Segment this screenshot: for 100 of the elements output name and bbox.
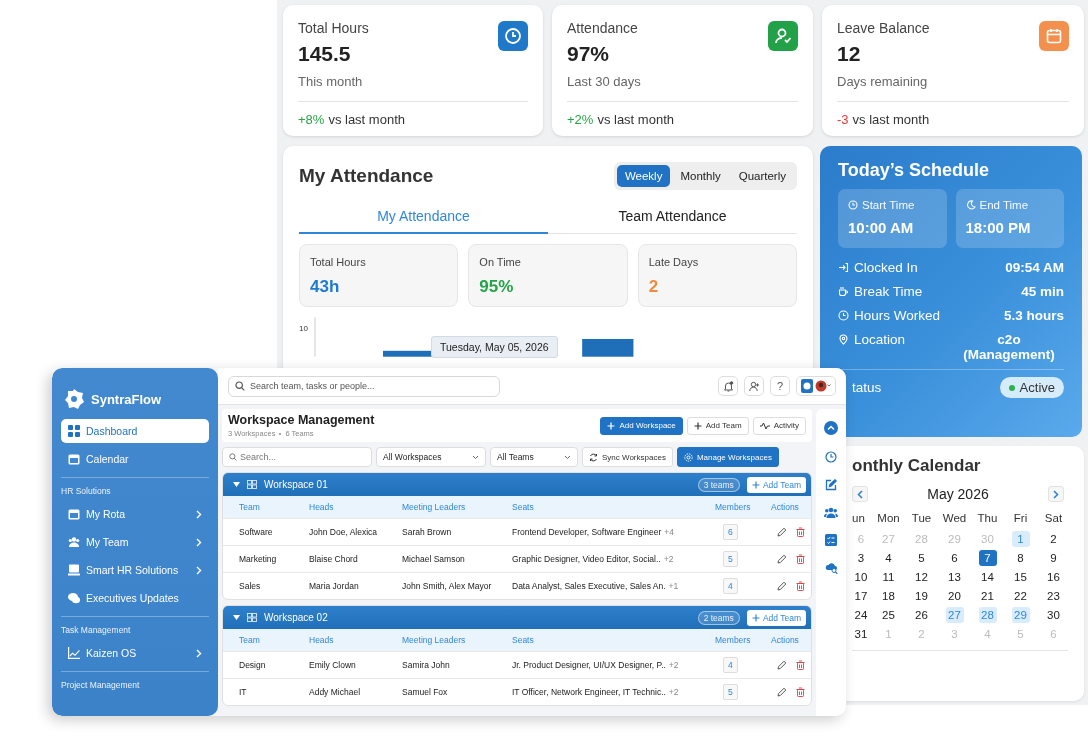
nav-item[interactable]: My Team — [61, 530, 209, 554]
calendar-day[interactable]: 20 — [945, 588, 964, 604]
chart-icon — [68, 647, 80, 659]
edit-icon[interactable] — [777, 554, 787, 564]
nav-item[interactable]: My Rota — [61, 502, 209, 526]
calendar-day[interactable]: 23 — [1044, 588, 1063, 604]
profile-menu-button[interactable] — [796, 376, 836, 396]
metric-value: 2 — [648, 277, 660, 297]
calendar-day[interactable]: 2 — [1044, 531, 1063, 547]
delete-icon[interactable] — [796, 581, 805, 591]
search-field[interactable]: Search team, tasks or people... — [228, 375, 500, 397]
panel-title: onthly Calendar — [852, 456, 982, 476]
calendar-day[interactable]: 22 — [1011, 588, 1030, 604]
panel-title: Today’s Schedule — [838, 160, 991, 181]
time-value: 10:00 AM — [848, 219, 915, 236]
edit-icon[interactable] — [777, 581, 787, 591]
action-button[interactable]: Add Workspace — [600, 416, 683, 435]
calendar-day[interactable]: 25 — [879, 607, 898, 623]
calendar-day[interactable]: 3 — [852, 550, 870, 566]
previous-month-button[interactable] — [852, 486, 868, 502]
calendar-day[interactable]: 5 — [912, 550, 931, 566]
calendar-day[interactable]: 11 — [879, 569, 898, 585]
calendar-day[interactable]: 17 — [852, 588, 870, 604]
calendar-day[interactable]: 15 — [1011, 569, 1030, 585]
next-month-button[interactable] — [1048, 486, 1064, 502]
period-tab[interactable]: Quarterly — [730, 165, 794, 187]
plus-icon — [751, 480, 760, 489]
toolbar-button[interactable]: Sync Workspaces — [582, 447, 673, 467]
more-count: +2 — [668, 660, 679, 670]
delete-icon[interactable] — [796, 660, 805, 670]
search-field[interactable]: Search... — [222, 447, 372, 467]
edit-icon[interactable] — [777, 527, 787, 537]
delete-icon[interactable] — [796, 527, 805, 537]
calendar-day[interactable]: 12 — [912, 569, 931, 585]
caret-icon[interactable] — [233, 615, 240, 620]
plus-icon — [693, 421, 702, 430]
collapse-icon[interactable] — [824, 421, 838, 435]
layout-icon — [247, 480, 257, 489]
calendar-day[interactable]: 6 — [945, 550, 964, 566]
calendar-day[interactable]: 19 — [912, 588, 931, 604]
nav-item[interactable]: Executives Updates — [61, 586, 209, 610]
calendar-day[interactable]: 24 — [852, 607, 870, 623]
calendar-day[interactable]: 9 — [1044, 550, 1063, 566]
calendar-day[interactable]: 31 — [852, 626, 870, 642]
moon-icon — [965, 200, 976, 210]
view-tab[interactable]: Team Attendance — [548, 202, 797, 234]
delete-icon[interactable] — [796, 687, 805, 697]
nav-item[interactable]: Calendar — [61, 447, 209, 471]
stat-comparison: vs last month — [597, 112, 674, 127]
toolbar-button[interactable]: Manage Workspaces — [676, 447, 779, 467]
dropdown[interactable]: All Workspaces — [376, 447, 486, 467]
card-title: My Attendance — [299, 165, 434, 187]
time-value: 18:00 PM — [965, 219, 1032, 236]
checklist-icon[interactable] — [825, 534, 837, 546]
edit-icon[interactable] — [825, 479, 837, 491]
edit-icon[interactable] — [777, 660, 787, 670]
caret-icon[interactable] — [233, 482, 240, 487]
detail-label: Hours Worked — [854, 308, 941, 323]
delete-icon[interactable] — [796, 554, 805, 564]
more-count: +1 — [668, 581, 679, 591]
calendar-day[interactable]: 26 — [912, 607, 931, 623]
calendar-day[interactable]: 18 — [879, 588, 898, 604]
status-badge: Active — [999, 377, 1064, 398]
calendar-day[interactable]: 16 — [1044, 569, 1063, 585]
add-user-button[interactable] — [744, 376, 764, 396]
view-tab[interactable]: My Attendance — [299, 202, 548, 234]
calendar-day[interactable]: 13 — [945, 569, 964, 585]
more-count: +4 — [664, 527, 674, 537]
help-button[interactable]: ? — [770, 376, 790, 396]
calendar-day[interactable]: 30 — [1044, 607, 1063, 623]
action-button[interactable]: Activity — [752, 416, 806, 435]
chevron-right-icon — [196, 509, 202, 519]
nav-item[interactable]: Dashboard — [61, 419, 209, 443]
cloud-search-icon[interactable] — [824, 562, 838, 574]
calendar-day[interactable]: 4 — [879, 550, 898, 566]
people-icon[interactable] — [824, 507, 838, 518]
notification-button[interactable] — [718, 376, 738, 396]
dropdown[interactable]: All Teams — [490, 447, 578, 467]
calendar-day[interactable]: 7 — [978, 550, 997, 566]
add-team-button[interactable]: Add Team — [746, 609, 806, 626]
brand-name: SyntraFlow — [91, 391, 162, 407]
period-tab[interactable]: Monthly — [672, 165, 729, 187]
calendar-day[interactable]: 14 — [978, 569, 997, 585]
add-team-button[interactable]: Add Team — [746, 476, 806, 493]
calendar-day[interactable]: 21 — [978, 588, 997, 604]
stat-title: Leave Balance — [837, 20, 930, 36]
calendar-day[interactable]: 10 — [852, 569, 870, 585]
calendar-day[interactable]: 8 — [1011, 550, 1030, 566]
nav-item[interactable]: Kaizen OS — [61, 641, 209, 665]
period-tab[interactable]: Weekly — [616, 165, 671, 187]
table-cell-text: Samira John — [402, 660, 451, 670]
action-button[interactable]: Add Team — [686, 416, 749, 435]
edit-icon[interactable] — [777, 687, 787, 697]
nav-item[interactable]: Smart HR Solutions — [61, 558, 209, 582]
avatar-icon — [801, 379, 831, 393]
weekday-label: Mon — [877, 511, 900, 526]
sign-in-icon — [838, 262, 849, 273]
clock-icon[interactable] — [825, 451, 837, 463]
table-cell: Frontend Developer, Software Engineer — [512, 527, 662, 537]
plus-icon — [751, 613, 760, 622]
